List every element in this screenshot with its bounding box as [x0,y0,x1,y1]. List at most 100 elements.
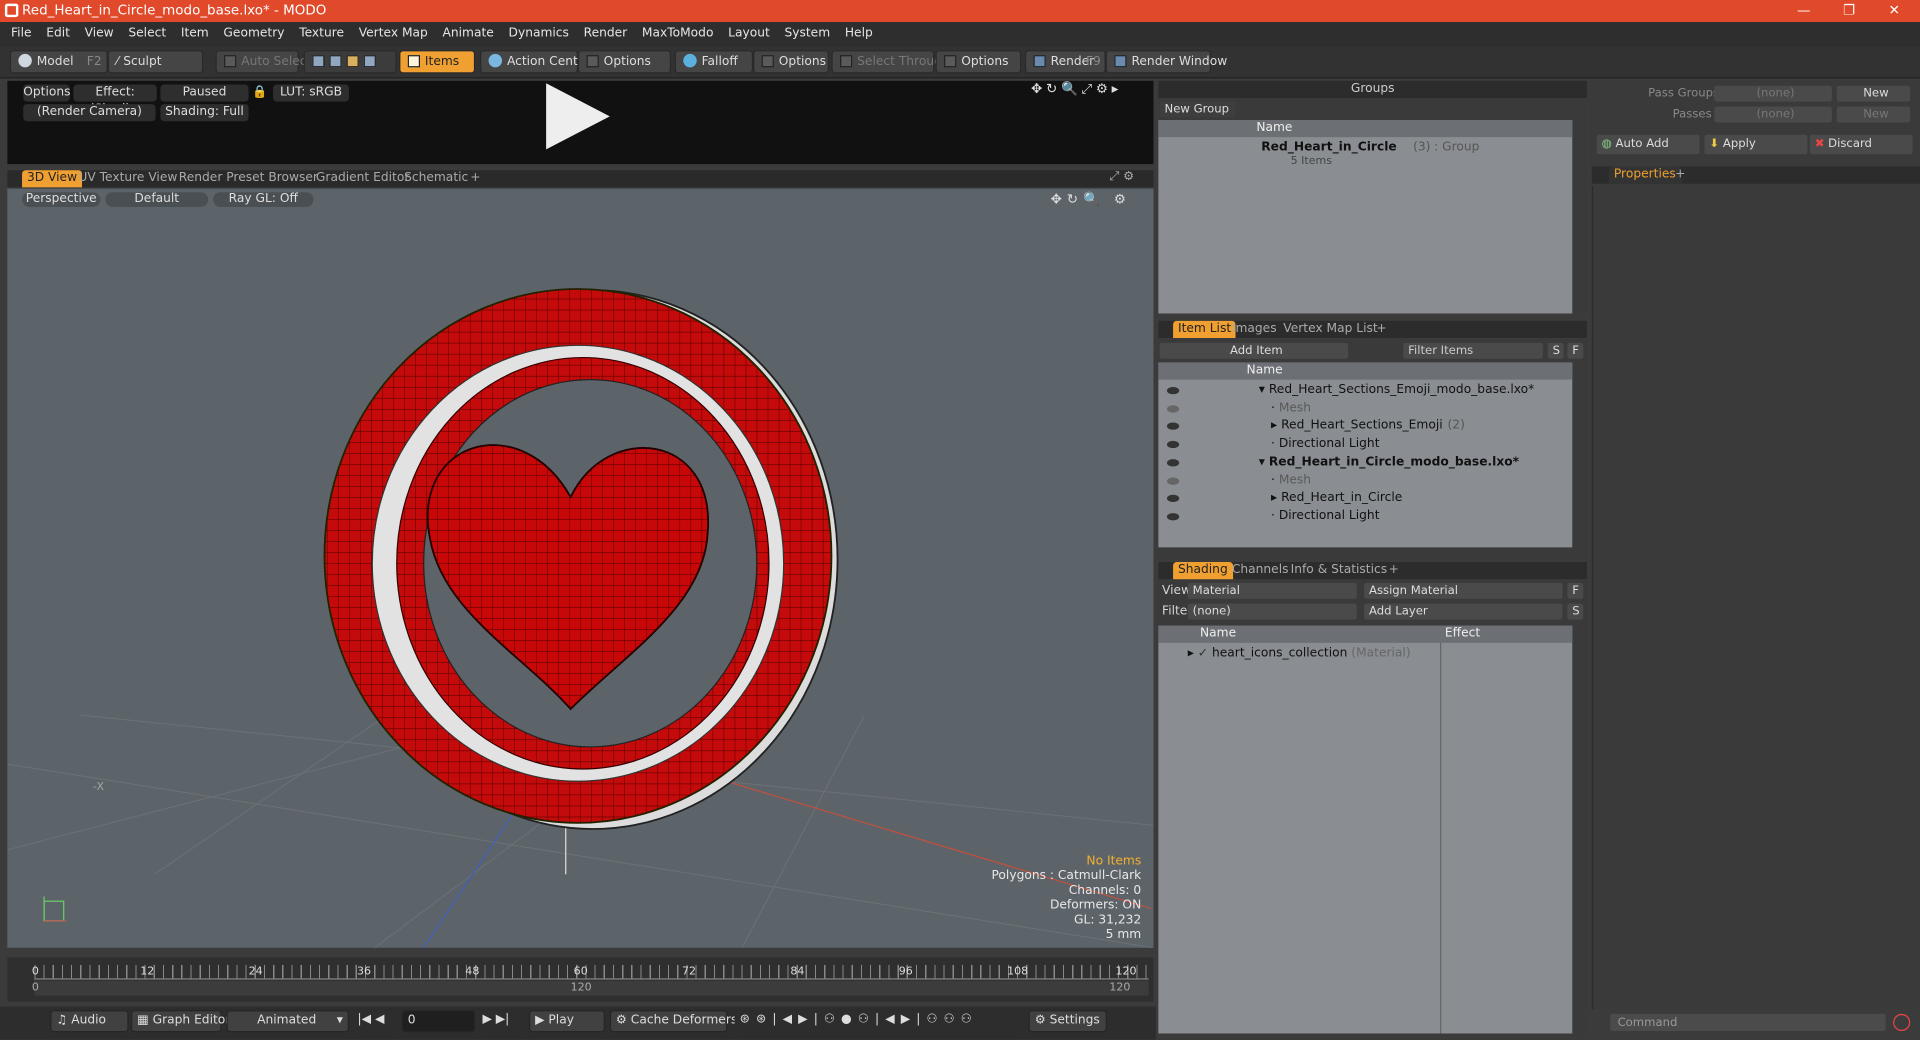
settings-button[interactable]: ⚙ Settings [1028,1010,1107,1033]
effect-dropdown[interactable]: Effect: (Shadi... [73,84,157,116]
maximize-button[interactable]: ❐ [1828,0,1870,22]
command-input[interactable]: Command [1610,1013,1886,1032]
skip-next-icons[interactable]: ▶ ▶| [477,1010,527,1033]
menu-help[interactable]: Help [837,22,880,46]
shading-tab-3[interactable]: + [1384,562,1404,579]
menu-select[interactable]: Select [121,22,173,46]
expand-arrow-icon[interactable]: ▾ [1259,455,1269,468]
shading-tab-0[interactable]: Shading [1173,562,1233,580]
viewport-tab-1[interactable]: UV Texture View [73,170,182,187]
action-center-button[interactable]: Action Center [480,50,590,74]
auto-add-button[interactable]: ◍ Auto Add [1596,134,1700,155]
shading-f-button[interactable]: F [1567,582,1584,599]
apply-button[interactable]: ⬇ Apply [1704,134,1808,155]
visibility-eye-icon[interactable] [1166,386,1180,395]
menu-geometry[interactable]: Geometry [216,22,292,46]
visibility-eye-icon[interactable] [1166,422,1180,431]
play-render-icon[interactable] [546,83,610,150]
3d-viewport[interactable]: Perspective Default Ray GL: Off ✥↻🔍 ⚙ -X… [7,188,1154,948]
discard-button[interactable]: ✖ Discard [1809,134,1913,155]
item-row[interactable]: ▾ Red_Heart_in_Circle_modo_base.lxo* [1166,453,1519,471]
new-group-button[interactable]: New Group [1159,101,1236,118]
filter-dropdown[interactable]: (none) [1187,603,1357,620]
menu-dynamics[interactable]: Dynamics [501,22,576,46]
preview-nav-icons[interactable]: ✥↻🔍⤢⚙▸ [1031,81,1122,98]
skip-prev-icons[interactable]: |◀ ◀ [352,1010,400,1033]
close-button[interactable]: ✕ [1873,0,1915,22]
menu-view[interactable]: View [77,22,121,46]
shader-tree[interactable]: Name Effect ▸ ✓ heart_icons_collection (… [1158,625,1573,1034]
menu-file[interactable]: File [4,22,39,46]
viewport-tab-4[interactable]: Schematic [399,170,473,187]
polygons-icon[interactable] [346,55,359,68]
expand-arrow-icon[interactable]: ▸ [1271,419,1281,432]
view-dropdown[interactable]: Material [1187,582,1357,599]
tab-add[interactable]: + [1670,167,1690,184]
menu-item[interactable]: Item [174,22,217,46]
viewport-tab-5[interactable]: + [465,170,485,187]
add-item-dropdown[interactable]: Add Item [1159,342,1349,359]
visibility-eye-icon[interactable] [1166,512,1180,521]
animated-dropdown[interactable]: Animated ▾ [226,1010,349,1033]
item-row[interactable]: · Mesh [1166,471,1311,489]
visibility-eye-icon[interactable] [1166,440,1180,449]
shading-dropdown[interactable]: Shading: Full [160,104,249,122]
menu-vertex-map[interactable]: Vertex Map [351,22,435,46]
paused-button[interactable]: Paused [160,84,249,102]
menu-system[interactable]: System [777,22,837,46]
itemlist-tab-2[interactable]: Vertex Map List [1278,321,1382,338]
edges-icon[interactable] [329,55,342,68]
sculpt-mode-button[interactable]: ⁄ Sculpt [107,50,204,74]
assign-material-dropdown[interactable]: Assign Material [1364,582,1563,599]
visibility-eye-icon[interactable] [1166,494,1180,503]
lock-icon[interactable]: 🔒 [252,84,267,102]
passes-new-button[interactable]: New [1836,106,1911,123]
add-layer-dropdown[interactable]: Add Layer [1364,603,1563,620]
cache-deformers-button[interactable]: ⚙ Cache Deformers [609,1010,737,1033]
selection-mode-icons[interactable] [303,50,397,74]
auto-select-button[interactable]: Auto Select [215,50,311,74]
filter-f-button[interactable]: F [1567,342,1584,359]
menu-texture[interactable]: Texture [292,22,352,46]
select-through-button[interactable]: Select Through [831,50,950,74]
action-center-options[interactable]: Options [577,50,672,74]
falloff-options[interactable]: Options [753,50,829,74]
vertices-icon[interactable] [312,55,325,68]
item-row[interactable]: ▾ Red_Heart_Sections_Emoji_modo_base.lxo… [1166,381,1534,399]
visibility-eye-icon[interactable] [1166,404,1180,413]
shading-tab-2[interactable]: Info & Statistics [1286,562,1392,579]
menu-maxtomodo[interactable]: MaxToModo [635,22,721,46]
lut-dropdown[interactable]: LUT: sRGB [273,84,349,102]
menu-edit[interactable]: Edit [39,22,77,46]
render-button[interactable]: Render F9 [1024,50,1106,74]
itemlist-tab-3[interactable]: + [1371,321,1391,338]
graph-editor-button[interactable]: ▦ Graph Editor [131,1010,230,1033]
item-tree[interactable]: Name ▾ Red_Heart_Sections_Emoji_modo_bas… [1158,362,1573,548]
expand-arrow-icon[interactable]: ▾ [1259,383,1269,396]
item-row[interactable]: · Directional Light [1166,435,1379,453]
pass-groups-new-button[interactable]: New [1836,85,1911,102]
passes-dropdown[interactable]: (none) [1714,106,1832,123]
item-row[interactable]: · Mesh [1166,399,1311,417]
select-through-options[interactable]: Options [935,50,1022,74]
menu-layout[interactable]: Layout [721,22,777,46]
command-clear-icon[interactable] [1893,1013,1911,1032]
filter-items-input[interactable]: Filter Items [1403,342,1543,359]
material-row[interactable]: ▸ ✓ heart_icons_collection (Material) [1188,644,1411,662]
render-camera-dropdown[interactable]: (Render Camera) [23,104,156,122]
item-row[interactable]: ▸ Red_Heart_Sections_Emoji (2) [1166,417,1465,435]
pass-groups-dropdown[interactable]: (none) [1714,85,1832,102]
item-row[interactable]: · Directional Light [1166,507,1379,525]
itemlist-tab-1[interactable]: Images [1227,321,1282,338]
model-mode-button[interactable]: Model F2 [9,50,108,74]
expand-arrow-icon[interactable]: ▸ [1271,491,1281,504]
minimize-button[interactable]: — [1783,0,1825,22]
play-button[interactable]: ▶ Play [528,1010,605,1033]
groups-list[interactable]: Name Red_Heart_in_Circle (3): Group 5 It… [1158,120,1573,314]
materials-icon[interactable] [363,55,376,68]
menu-render[interactable]: Render [576,22,634,46]
falloff-button[interactable]: Falloff [674,50,754,74]
item-row[interactable]: ▸ Red_Heart_in_Circle [1166,489,1402,507]
shading-s-button[interactable]: S [1567,603,1584,620]
viewport-tab-2[interactable]: Render Preset Browser [174,170,323,187]
